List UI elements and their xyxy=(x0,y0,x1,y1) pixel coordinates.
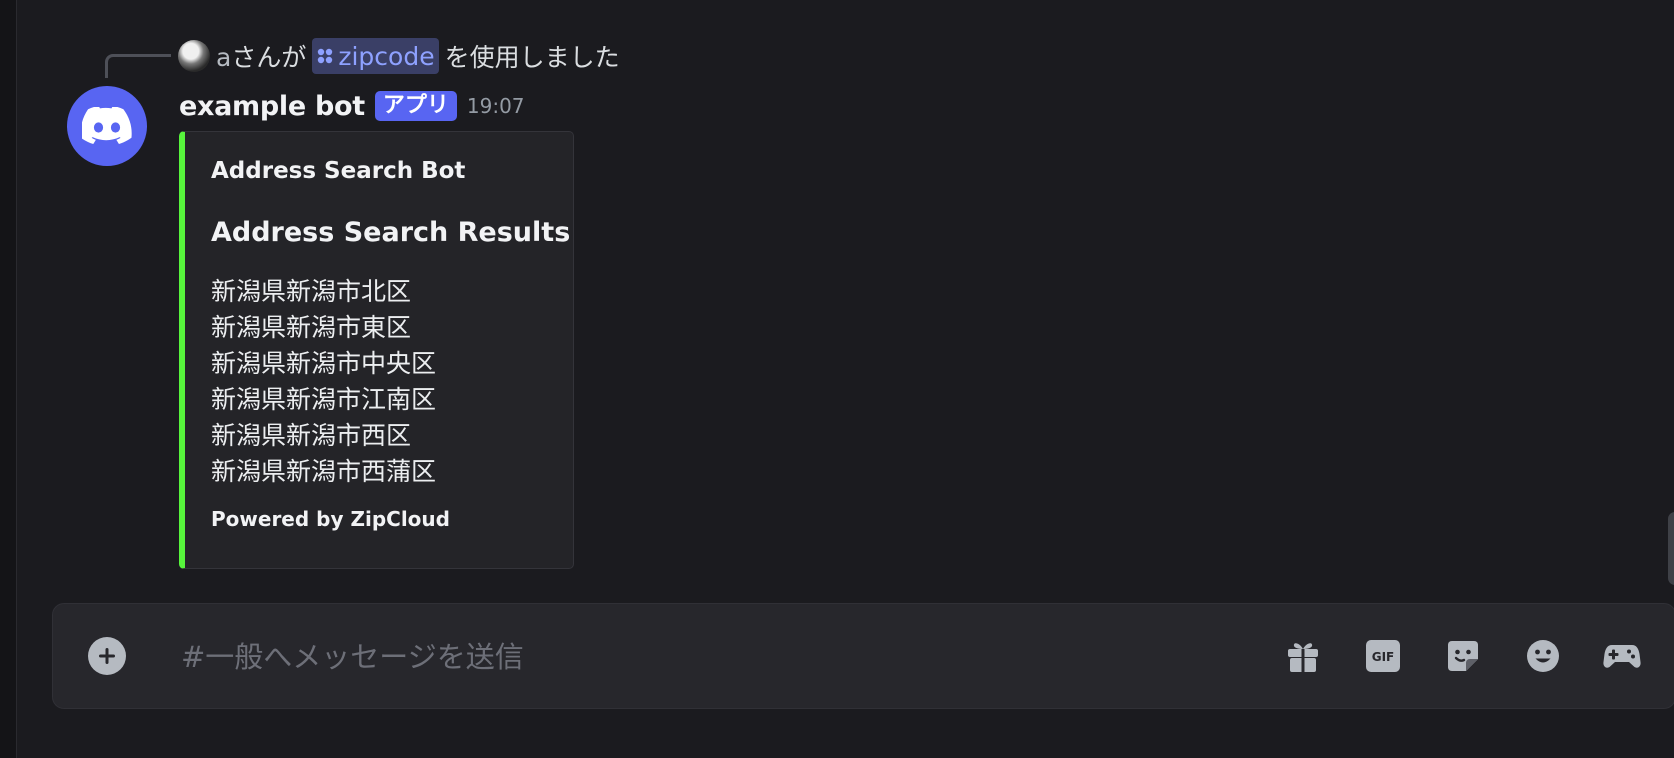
chat-area: aさんが zipcode を使用しました example bot アプリ 19:… xyxy=(17,0,1674,758)
embed-line: 新潟県新潟市東区 xyxy=(211,313,412,342)
embed-line: 新潟県新潟市西蒲区 xyxy=(211,457,437,486)
embed-description: 新潟県新潟市北区 新潟県新潟市東区 新潟県新潟市中央区 新潟県新潟市江南区 新潟… xyxy=(211,274,561,490)
embed-line: 新潟県新潟市中央区 xyxy=(211,349,437,378)
embed-author: Address Search Bot xyxy=(211,158,466,184)
message-header: example bot アプリ 19:07 xyxy=(179,84,525,128)
sticker-icon xyxy=(1448,641,1478,671)
embed-line: 新潟県新潟市西区 xyxy=(211,421,412,450)
sticker-button[interactable] xyxy=(1442,635,1484,677)
emoji-button[interactable] xyxy=(1522,635,1564,677)
embed-title: Address Search Results xyxy=(211,217,571,248)
discord-logo-icon xyxy=(82,107,132,144)
app-badge: アプリ xyxy=(374,91,457,121)
reply-text-after: を使用しました xyxy=(444,43,620,72)
emoji-icon xyxy=(1527,640,1559,672)
reply-avatar[interactable] xyxy=(178,40,210,72)
bot-avatar[interactable] xyxy=(67,86,147,166)
gif-button[interactable]: GIF xyxy=(1362,635,1404,677)
reply-text-before: さんが xyxy=(231,43,307,72)
gif-icon: GIF xyxy=(1366,640,1400,672)
gift-button[interactable] xyxy=(1282,635,1324,677)
embed-line: 新潟県新潟市江南区 xyxy=(211,385,437,414)
svg-text:GIF: GIF xyxy=(1372,650,1395,664)
message-composer: GIF xyxy=(52,603,1674,709)
message-input[interactable] xyxy=(179,628,1183,686)
attach-plus-button[interactable] xyxy=(88,637,126,675)
bot-username[interactable]: example bot xyxy=(179,91,365,122)
command-mention[interactable]: zipcode xyxy=(312,38,439,74)
embed-footer: Powered by ZipCloud xyxy=(211,507,450,531)
gamepad-icon xyxy=(1603,645,1641,668)
command-name: zipcode xyxy=(338,41,435,71)
embed-card: Address Search Bot Address Search Result… xyxy=(179,131,574,569)
activity-button[interactable] xyxy=(1601,635,1643,677)
reply-spine xyxy=(105,54,171,78)
message-timestamp[interactable]: 19:07 xyxy=(467,94,525,118)
reply-username[interactable]: a xyxy=(216,43,231,72)
embed-line: 新潟県新潟市北区 xyxy=(211,277,412,306)
left-panel-edge xyxy=(0,0,17,758)
reply-reference[interactable]: aさんが zipcode を使用しました xyxy=(178,36,620,76)
scrollbar-thumb[interactable] xyxy=(1668,512,1674,585)
gift-icon xyxy=(1288,643,1318,672)
plus-icon xyxy=(99,648,115,664)
command-icon xyxy=(318,48,333,64)
